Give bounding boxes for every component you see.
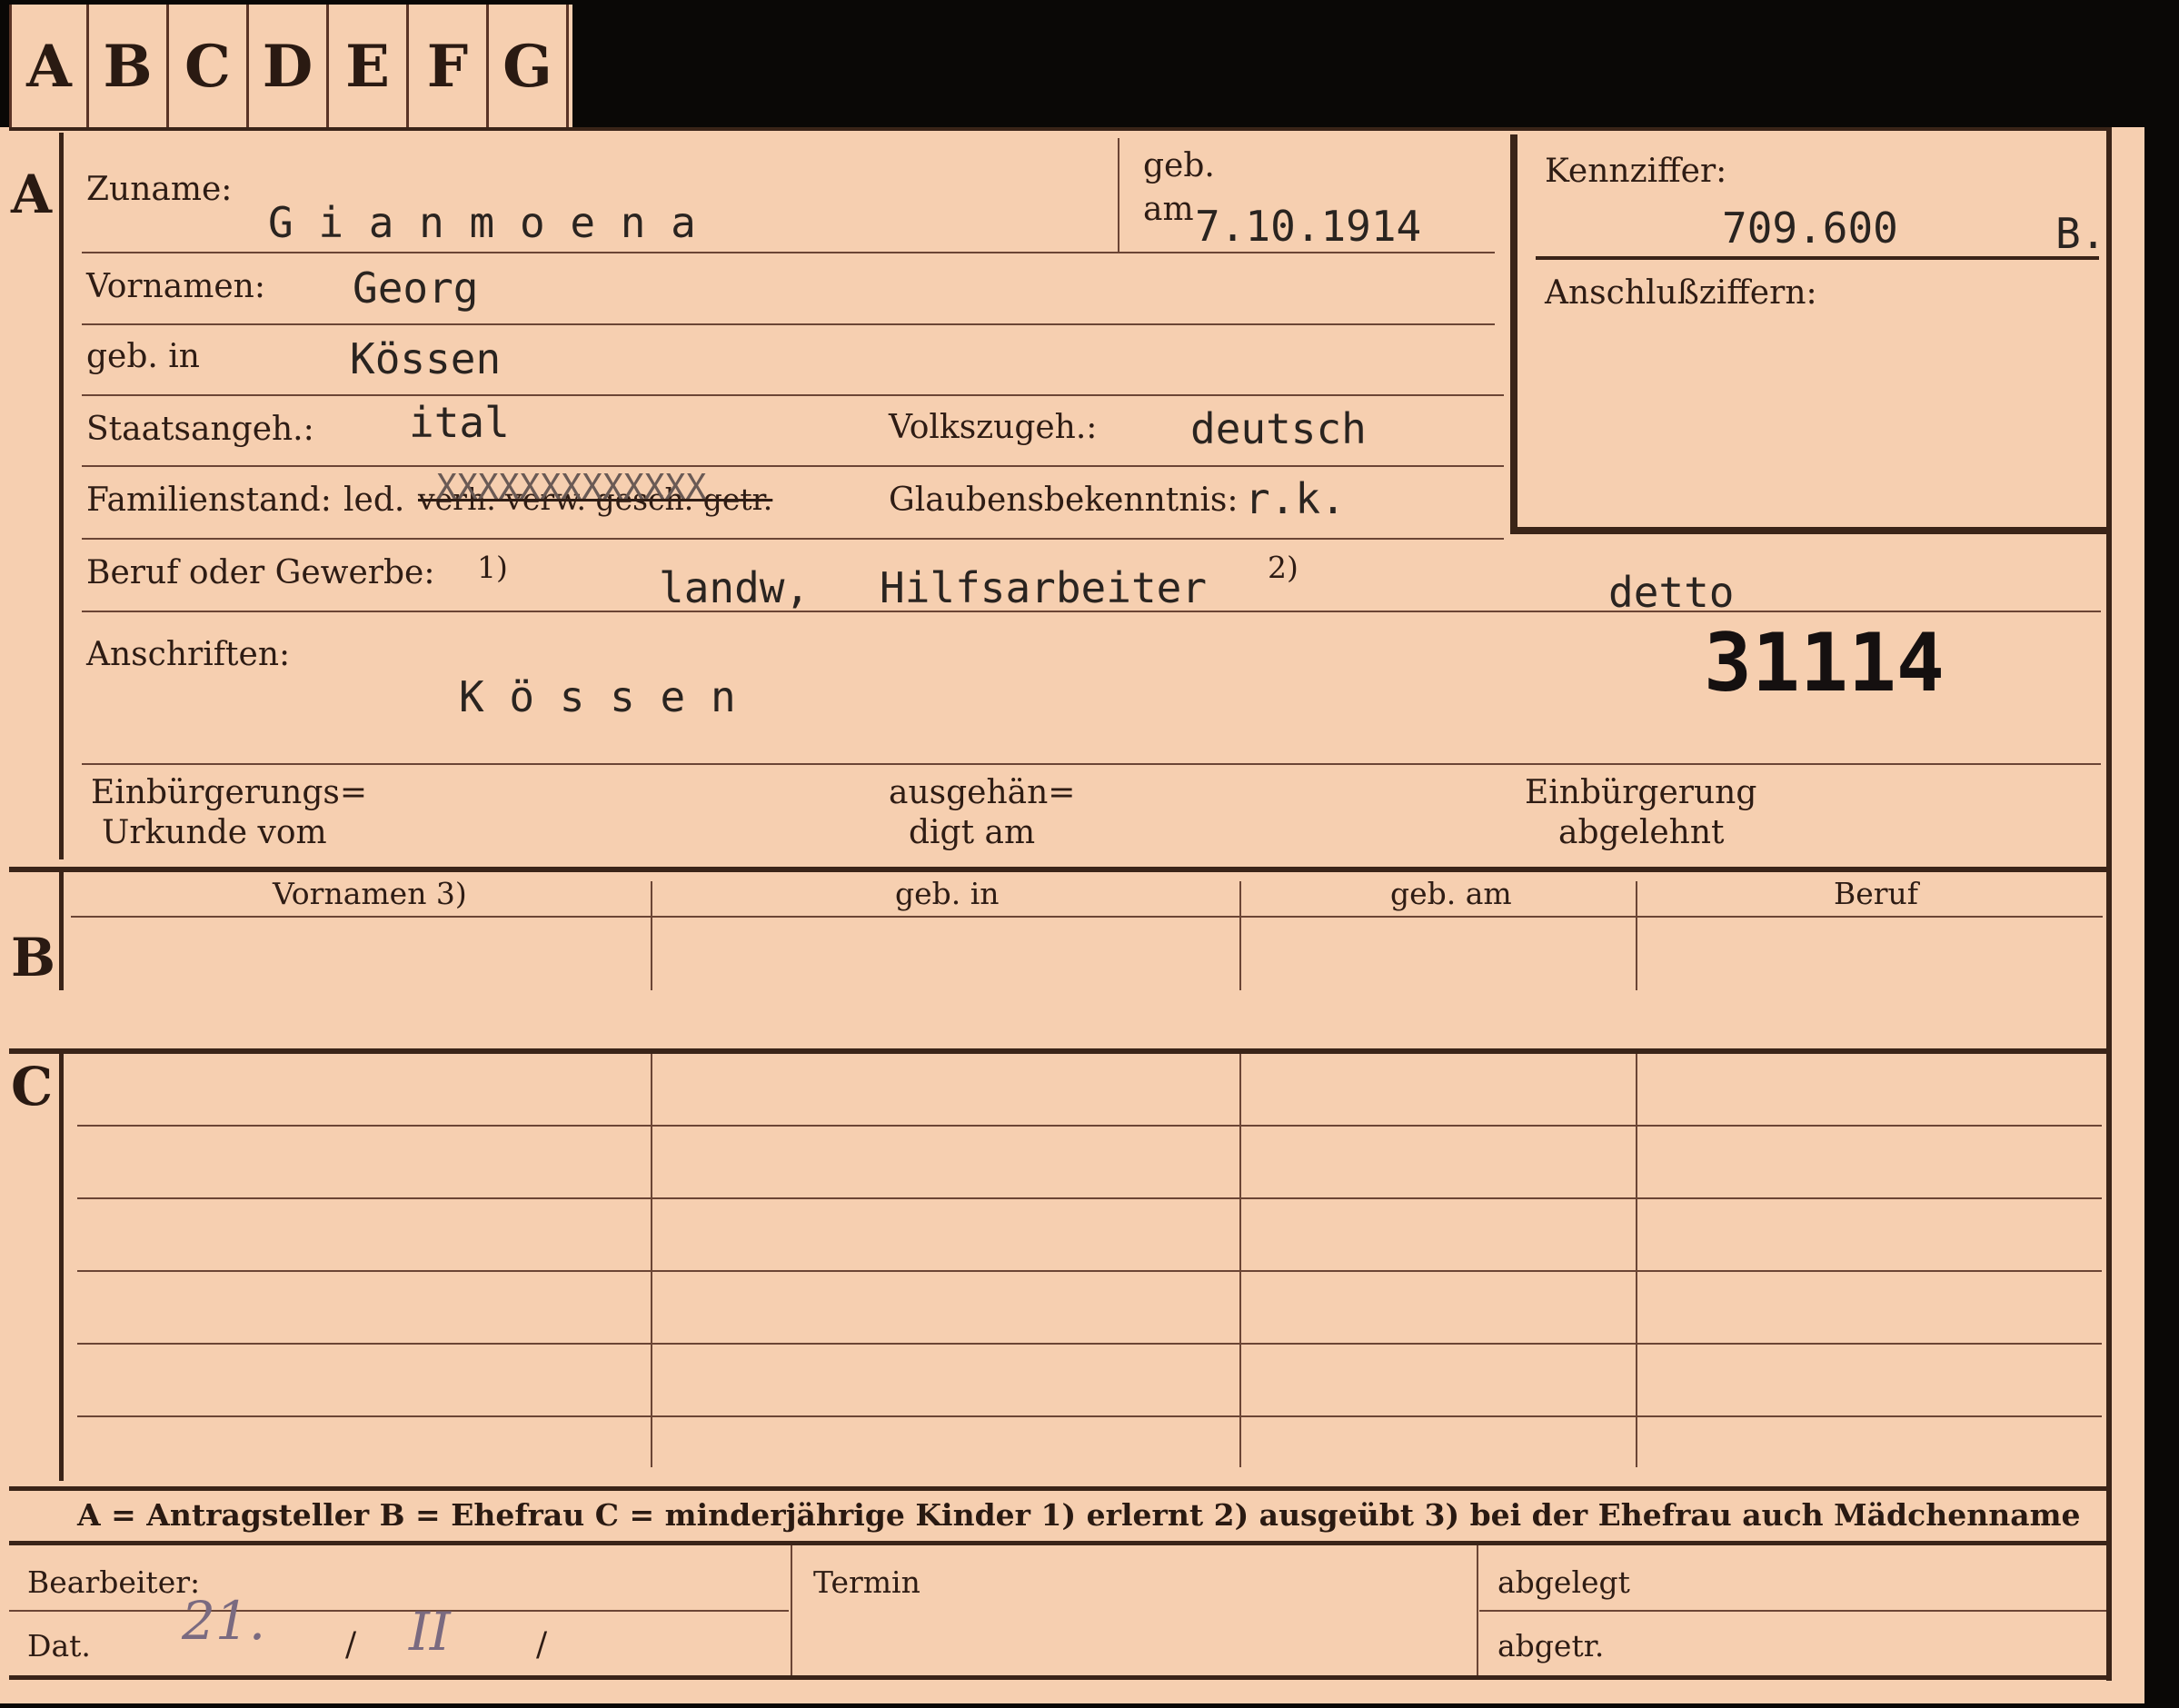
table-c-col-1 (651, 1054, 652, 1467)
top-border (9, 127, 2108, 131)
legend-bottom (9, 1541, 2108, 1545)
tab-g[interactable]: G (489, 5, 569, 128)
tab-e[interactable]: E (329, 5, 409, 128)
row1-line (82, 252, 1495, 253)
beruf-value-2: Hilfsarbeiter (880, 563, 1208, 612)
tab-b[interactable]: B (89, 5, 169, 128)
bottom-col-2 (1477, 1545, 1478, 1675)
anschriften-value: K ö s s e n (459, 672, 736, 721)
section-a-rule (59, 133, 64, 859)
tab-c[interactable]: C (169, 5, 249, 128)
termin-label: Termin (813, 1564, 920, 1600)
einb-abg-label-1: Einbürgerung (1525, 774, 1757, 811)
table-b-header-vornamen: Vornamen 3) (273, 876, 467, 911)
section-c-top (9, 1048, 2108, 1054)
dat-day: 21. (182, 1590, 266, 1652)
ausgeh-label-2: digt am (909, 814, 1036, 851)
section-c-rule (59, 1054, 64, 1481)
kennziffer-value: 709.600 (1722, 204, 1898, 253)
table-b-header-gebam: geb. am (1390, 876, 1512, 911)
table-b-col-1 (651, 881, 652, 990)
kennziffer-label: Kennziffer: (1545, 153, 1727, 190)
section-b-top (9, 867, 2108, 872)
volks-value: deutsch (1190, 404, 1367, 453)
kennziffer-underline (1536, 256, 2099, 260)
volks-label: Volkszugeh.: (889, 409, 1098, 446)
gebin-label: geb. in (86, 338, 200, 375)
section-c-letter: C (11, 1056, 54, 1117)
einb-urk-label-2: Urkunde vom (102, 814, 327, 851)
bottom-border (9, 1675, 2112, 1680)
geb-am-label-1: geb. (1143, 147, 1215, 184)
registration-card: A B C Kennziffer: 709.600 B. Anschlußzif… (0, 127, 2144, 1703)
bottom-col-1 (791, 1545, 792, 1675)
table-c-line-2 (77, 1197, 2102, 1199)
legend-text: A = Antragsteller B = Ehefrau C = minder… (77, 1497, 2081, 1533)
glaubens-value: r.k. (1245, 474, 1346, 523)
zuname-value: G i a n m o e n a (268, 198, 696, 247)
staats-label: Staatsangeh.: (86, 411, 314, 448)
vornamen-label: Vornamen: (86, 268, 265, 305)
table-b-col-2 (1239, 881, 1241, 990)
table-b-col-3 (1636, 881, 1637, 990)
kennziffer-suffix: B. (2055, 209, 2106, 258)
beruf-note-2: 2) (1268, 550, 1298, 585)
table-c-line-5 (77, 1415, 2102, 1417)
tab-f[interactable]: F (409, 5, 489, 128)
index-tabs: A B C D E F G (9, 5, 572, 128)
right-border (2106, 127, 2112, 1681)
beruf-label: Beruf oder Gewerbe: (86, 554, 435, 591)
geb-am-label-2: am (1143, 191, 1194, 228)
row4-line (82, 465, 1504, 467)
vornamen-value: Georg (353, 263, 479, 313)
anschluss-label: Anschlußziffern: (1545, 274, 1817, 312)
anschriften-label: Anschriften: (86, 636, 291, 673)
dat-sep-2: / (536, 1626, 548, 1663)
table-b-header-line (71, 916, 2103, 918)
table-b-header-beruf: Beruf (1834, 876, 1919, 911)
beruf-value-1: landw, (659, 563, 811, 612)
row7-line (82, 763, 2101, 765)
abgelegt-line (1479, 1610, 2106, 1612)
kennziffer-box (1510, 134, 2106, 534)
zuname-label: Zuname: (86, 171, 233, 208)
gebin-value: Kössen (350, 334, 502, 383)
section-a-letter: A (11, 164, 53, 225)
row2-line (82, 323, 1495, 325)
table-c-line-1 (77, 1125, 2102, 1127)
bearbeiter-line (9, 1610, 789, 1612)
table-b-header-gebin: geb. in (895, 876, 1000, 911)
abgelegt-label: abgelegt (1497, 1564, 1630, 1600)
beruf-note-1: 1) (477, 550, 508, 585)
section-b-letter: B (11, 927, 56, 988)
tab-a[interactable]: A (9, 5, 89, 128)
row5-line (82, 538, 1504, 540)
table-c-col-2 (1239, 1054, 1241, 1467)
einb-urk-label-1: Einbürgerungs= (91, 774, 368, 811)
familien-led: led. (343, 482, 405, 519)
beruf-value-3: detto (1608, 568, 1735, 617)
table-c-line-4 (77, 1343, 2102, 1345)
dat-label: Dat. (27, 1628, 91, 1663)
row6-line (82, 611, 2101, 612)
dat-month: II (409, 1601, 451, 1663)
legend-top (9, 1486, 2108, 1491)
abgetr-label: abgetr. (1497, 1628, 1605, 1663)
ausgeh-label-1: ausgehän= (889, 774, 1076, 811)
table-c-col-3 (1636, 1054, 1637, 1467)
familien-x: XXXXXXXXXXXXX (436, 467, 707, 507)
glaubens-label: Glaubensbekenntnis: (889, 482, 1239, 519)
stamp-number: 31114 (1704, 616, 1945, 710)
row3-line (82, 394, 1504, 396)
zuname-divider (1118, 138, 1119, 252)
table-c-line-3 (77, 1270, 2102, 1272)
einb-abg-label-2: abgelehnt (1558, 814, 1725, 851)
bearbeiter-label: Bearbeiter: (27, 1564, 201, 1600)
tab-d[interactable]: D (249, 5, 329, 128)
dat-sep-1: / (345, 1626, 357, 1663)
section-b-rule (59, 872, 64, 990)
geb-am-value: 7.10.1914 (1195, 202, 1422, 251)
familien-label: Familienstand: (86, 482, 332, 519)
staats-value: ital (409, 398, 510, 447)
